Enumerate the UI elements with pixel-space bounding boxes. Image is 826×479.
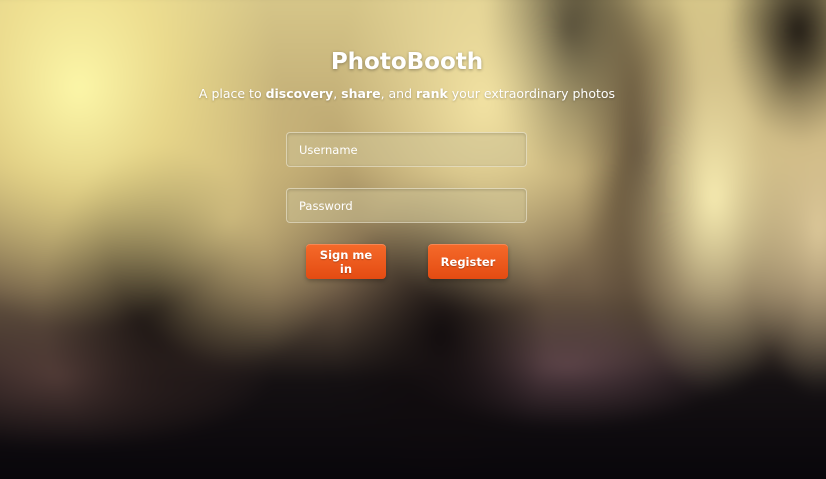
tagline-prefix: A place to — [198, 86, 266, 101]
tagline-word-rank: rank — [416, 86, 448, 101]
tagline-word-discovery: discovery — [265, 86, 334, 101]
app-tagline: A place to discovery, share, and rank yo… — [0, 86, 814, 101]
app-title: PhotoBooth — [330, 49, 484, 75]
tagline-word-share: share — [341, 86, 381, 101]
password-input[interactable] — [286, 188, 527, 223]
register-button[interactable]: Register — [428, 244, 508, 279]
tagline-separator-1: , — [333, 86, 342, 101]
tagline-suffix: your extraordinary photos — [447, 86, 616, 101]
username-input[interactable] — [286, 132, 527, 167]
login-content: PhotoBooth A place to discovery, share, … — [0, 0, 826, 479]
login-screen: PhotoBooth A place to discovery, share, … — [0, 0, 826, 479]
sign-in-button[interactable]: Sign me in — [306, 244, 386, 279]
tagline-separator-2: , and — [380, 86, 416, 101]
